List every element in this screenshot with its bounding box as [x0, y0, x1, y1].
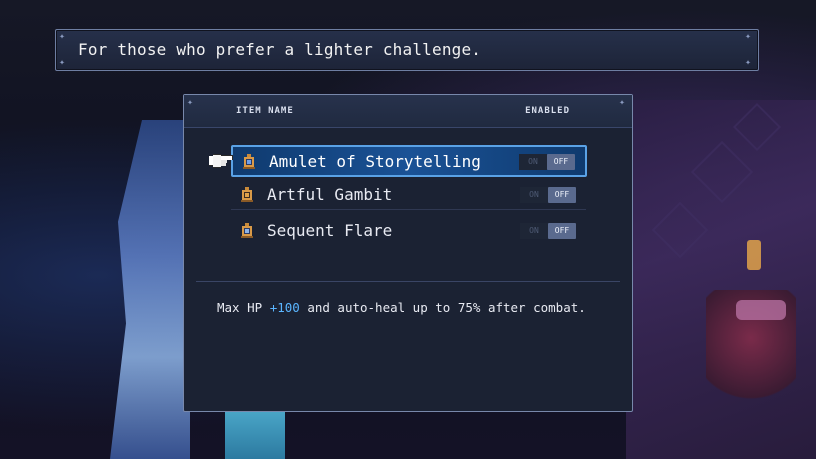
- lantern-light: [747, 240, 761, 270]
- toggle-on-option[interactable]: ON: [520, 187, 548, 203]
- description-highlight: +100: [269, 300, 300, 315]
- toggle-off-option[interactable]: OFF: [548, 187, 576, 203]
- toggle-on-option[interactable]: ON: [520, 223, 548, 239]
- column-header-item-name: ITEM NAME: [236, 106, 294, 116]
- corner-ornament: ✦: [745, 31, 752, 42]
- corner-ornament: ✦: [59, 31, 66, 42]
- relics-panel: ✦ ✦ ITEM NAME ENABLED Amulet of Storytel…: [183, 94, 633, 412]
- toggle-on-option[interactable]: ON: [519, 154, 547, 170]
- list-item-artful-gambit[interactable]: Artful Gambit ON OFF: [231, 180, 586, 210]
- pointing-hand-icon: [209, 154, 233, 168]
- item-label: Sequent Flare: [267, 221, 393, 240]
- corner-ornament: ✦: [59, 57, 66, 68]
- enabled-toggle[interactable]: ON OFF: [520, 187, 576, 203]
- column-header-enabled: ENABLED: [525, 106, 570, 116]
- item-description: Max HP +100 and auto-heal up to 75% afte…: [217, 300, 586, 315]
- list-item-amulet-of-storytelling[interactable]: Amulet of Storytelling ON OFF: [231, 145, 587, 177]
- hint-box: ✦ ✦ ✦ ✦ For those who prefer a lighter c…: [55, 29, 759, 71]
- item-label: Amulet of Storytelling: [269, 152, 481, 171]
- hint-text: For those who prefer a lighter challenge…: [78, 40, 482, 59]
- amulet-icon: [241, 223, 253, 238]
- description-prefix: Max HP: [217, 300, 270, 315]
- enabled-toggle[interactable]: ON OFF: [520, 223, 576, 239]
- toggle-off-option[interactable]: OFF: [547, 154, 575, 170]
- corner-ornament: ✦: [745, 57, 752, 68]
- pink-foliage: [736, 300, 786, 320]
- list-item-sequent-flare[interactable]: Sequent Flare ON OFF: [231, 216, 586, 246]
- amulet-icon: [241, 187, 253, 202]
- amulet-icon: [243, 154, 255, 169]
- corner-ornament: ✦: [187, 97, 194, 108]
- panel-header: ✦ ✦ ITEM NAME ENABLED: [184, 95, 632, 128]
- item-label: Artful Gambit: [267, 185, 393, 204]
- divider: [196, 281, 620, 282]
- toggle-off-option[interactable]: OFF: [548, 223, 576, 239]
- corner-ornament: ✦: [619, 97, 626, 108]
- water-stream: [225, 410, 285, 459]
- enabled-toggle[interactable]: ON OFF: [519, 154, 575, 170]
- description-suffix: and auto-heal up to 75% after combat.: [299, 300, 586, 315]
